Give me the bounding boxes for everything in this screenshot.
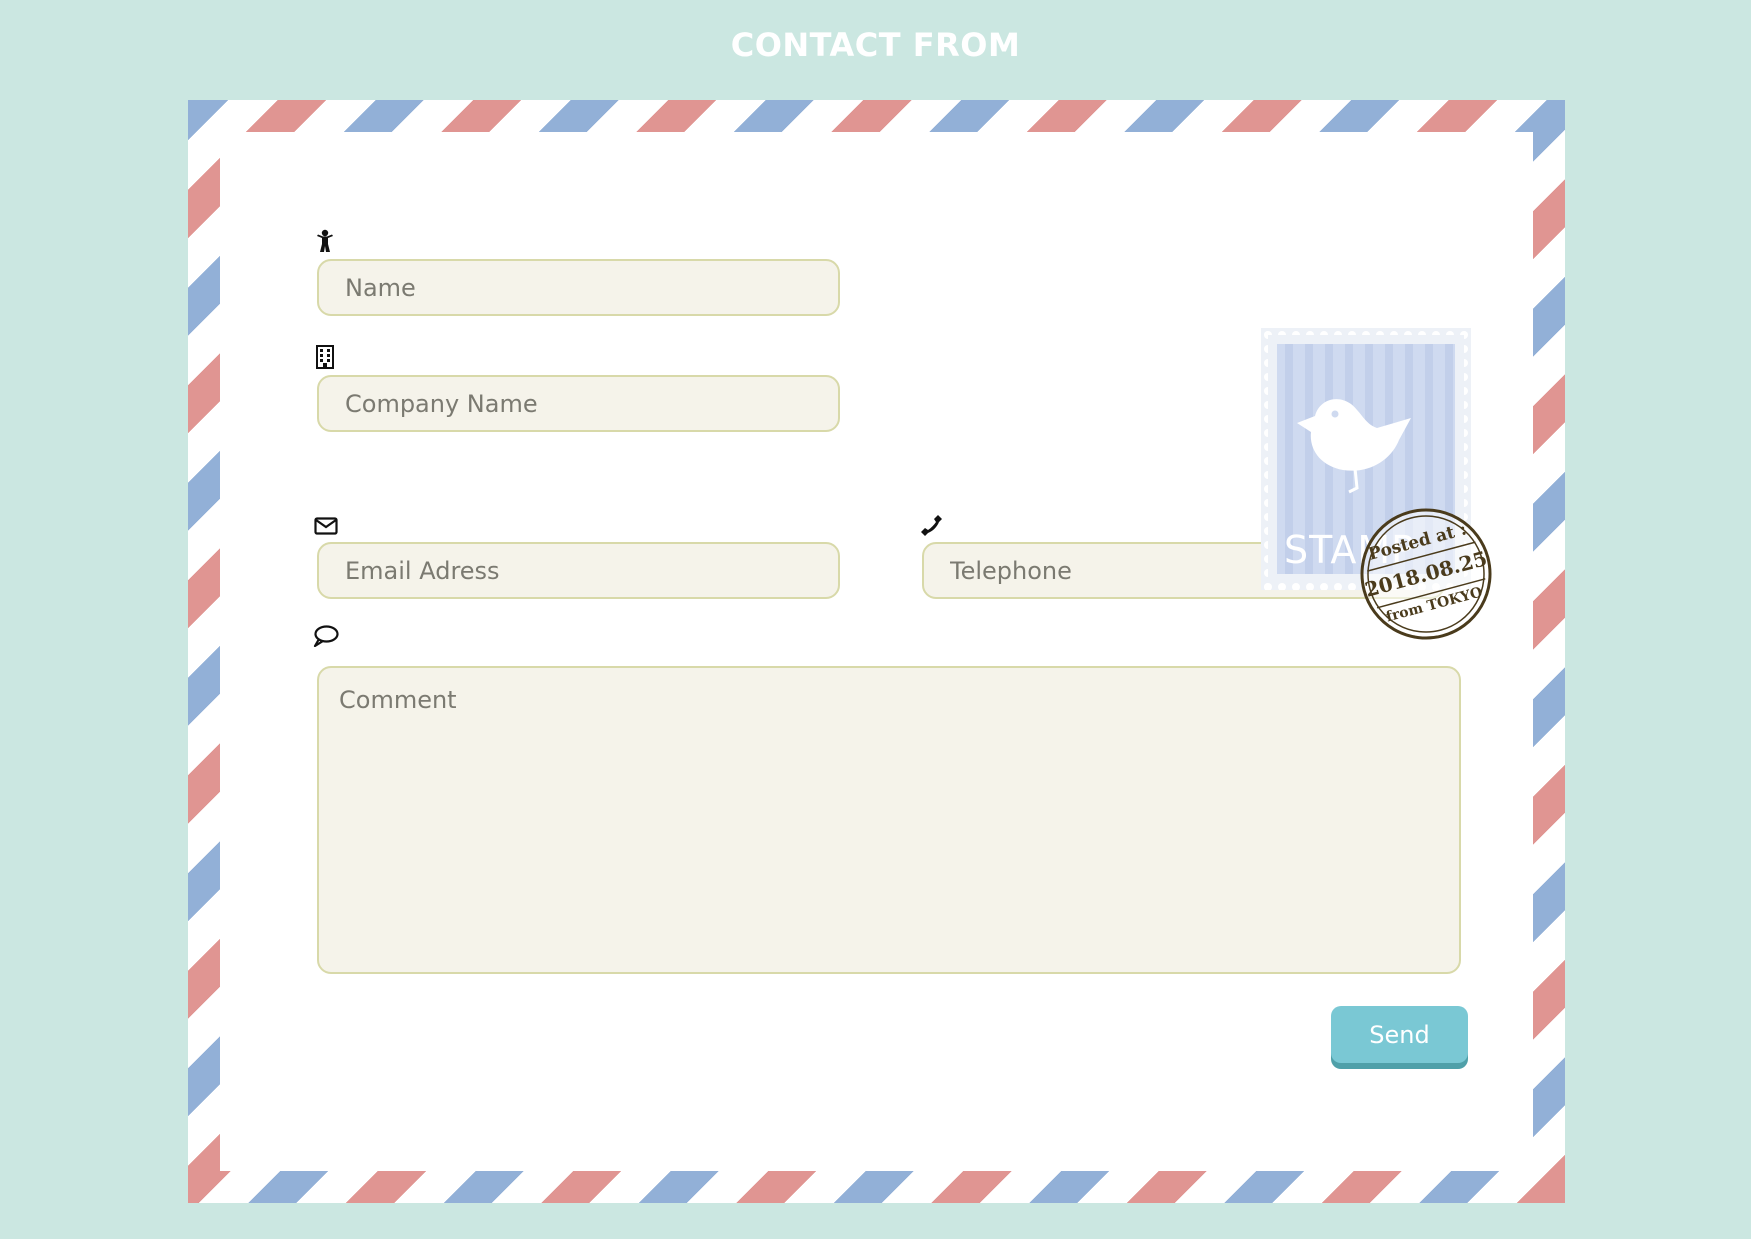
comment-textarea[interactable]: [317, 666, 1461, 974]
name-input[interactable]: [317, 259, 840, 316]
phone-icon: [918, 512, 944, 538]
company-name-input[interactable]: [317, 375, 840, 432]
airmail-envelope-border: Send: [188, 100, 1565, 1203]
page-title: CONTACT FROM: [730, 26, 1021, 64]
send-button[interactable]: Send: [1331, 1006, 1468, 1063]
envelope-icon: [313, 513, 339, 539]
person-icon: [312, 228, 338, 254]
building-icon: [312, 344, 338, 370]
speech-bubble-icon: [313, 623, 339, 649]
contact-form: Send: [220, 132, 1533, 1171]
email-input[interactable]: [317, 542, 840, 599]
